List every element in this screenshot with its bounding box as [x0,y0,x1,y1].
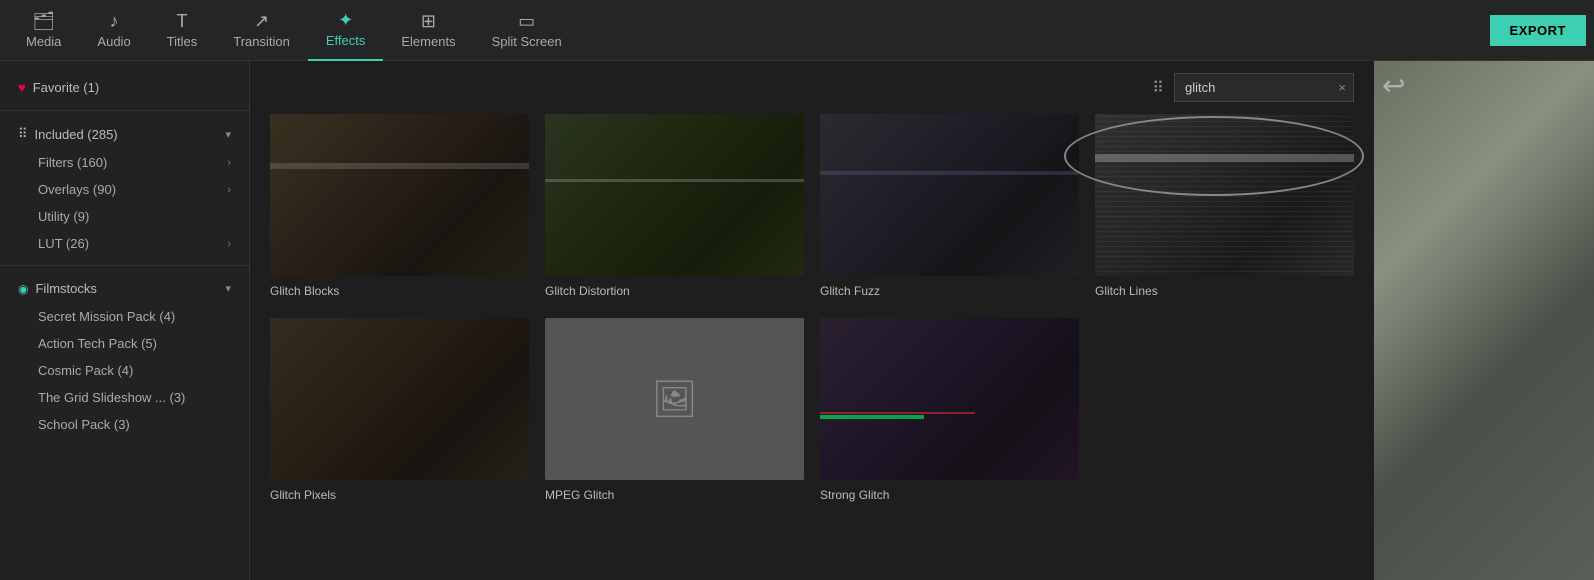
nav-item-elements[interactable]: ⊞ Elements [383,0,473,61]
elements-icon: ⊞ [421,12,436,30]
search-input-wrap: × [1174,73,1354,102]
effect-label-mpeg-glitch: MPEG Glitch [545,488,614,502]
sidebar-sub-action-tech[interactable]: Action Tech Pack (5) [0,330,249,357]
sidebar-divider-1 [0,110,249,111]
effect-label-glitch-blocks: Glitch Blocks [270,284,339,298]
effect-thumb-inner-glitch-blocks [270,114,529,276]
audio-icon: ♪ [110,12,119,30]
clear-search-button[interactable]: × [1338,80,1346,95]
effect-thumb-inner-strong-glitch [820,318,1079,480]
export-button[interactable]: EXPORT [1490,15,1586,46]
nav-label-audio: Audio [97,34,130,49]
effect-thumbnail-glitch-pixels [270,318,529,480]
sidebar-section-filmstocks[interactable]: ◉ Filmstocks ▾ [0,274,249,303]
nav-label-effects: Effects [326,33,366,48]
arrow-right-icon-2: › [227,184,231,196]
sidebar-sub-lut[interactable]: LUT (26) › [0,230,249,257]
sidebar-included-label: Included (285) [35,127,118,142]
effect-thumbnail-glitch-blocks [270,114,529,276]
effect-item-glitch-blocks[interactable]: Glitch Blocks [270,114,529,298]
sidebar-lut-label: LUT (26) [38,236,89,251]
arrow-right-icon: › [227,157,231,169]
effect-item-mpeg-glitch[interactable]: 🖼 MPEG Glitch [545,318,804,502]
nav-label-split-screen: Split Screen [492,34,562,49]
sidebar-divider-2 [0,265,249,266]
effect-label-glitch-distortion: Glitch Distortion [545,284,630,298]
filmstocks-icon: ◉ [18,282,28,296]
effect-thumb-inner-glitch-lines [1095,114,1354,276]
arrow-right-icon-3: › [227,238,231,250]
sidebar-sub-grid-slideshow[interactable]: The Grid Slideshow ... (3) [0,384,249,411]
sidebar: ♥ Favorite (1) ⠿ Included (285) ▾ Filter… [0,61,250,580]
chevron-down-icon-2: ▾ [225,282,231,295]
effect-item-strong-glitch[interactable]: Strong Glitch [820,318,1079,502]
sidebar-school-pack-label: School Pack (3) [38,417,130,432]
effect-item-glitch-fuzz[interactable]: Glitch Fuzz [820,114,1079,298]
sidebar-filmstocks-label: Filmstocks [35,281,96,296]
effect-label-glitch-pixels: Glitch Pixels [270,488,336,502]
effect-thumb-inner-glitch-fuzz [820,114,1079,276]
split-screen-icon: ▭ [518,12,535,30]
effect-thumb-inner-glitch-distortion [545,114,804,276]
nav-item-split-screen[interactable]: ▭ Split Screen [474,0,580,61]
search-input[interactable] [1174,73,1354,102]
top-navigation: 🗂 Media ♪ Audio T Titles ↗ Transition ✦ … [0,0,1594,61]
sidebar-sub-cosmic[interactable]: Cosmic Pack (4) [0,357,249,384]
preview-pane-inner [1374,61,1594,580]
nav-item-effects[interactable]: ✦ Effects [308,0,384,61]
effect-thumbnail-glitch-lines [1095,114,1354,276]
heart-icon: ♥ [18,80,26,95]
sidebar-sub-filters[interactable]: Filters (160) › [0,149,249,176]
grid-dots-icon[interactable]: ⠿ [1152,78,1164,98]
sidebar-section-included[interactable]: ⠿ Included (285) ▾ [0,119,249,149]
nav-label-transition: Transition [233,34,290,49]
effect-thumbnail-glitch-fuzz [820,114,1079,276]
chevron-down-icon: ▾ [225,128,231,141]
transition-icon: ↗ [254,12,269,30]
titles-icon: T [176,12,187,30]
nav-item-titles[interactable]: T Titles [149,0,216,61]
search-bar: ⠿ × [250,61,1374,114]
grid-icon: ⠿ [18,126,28,142]
sidebar-sub-overlays[interactable]: Overlays (90) › [0,176,249,203]
main-area: ♥ Favorite (1) ⠿ Included (285) ▾ Filter… [0,61,1594,580]
sidebar-secret-label: Secret Mission Pack (4) [38,309,175,324]
effect-thumbnail-strong-glitch [820,318,1079,480]
effect-label-strong-glitch: Strong Glitch [820,488,889,502]
effects-grid: Glitch Blocks Glitch Distortion Glitch Fuz… [250,114,1374,580]
effect-item-glitch-pixels[interactable]: Glitch Pixels [270,318,529,502]
content-area: ⠿ × Glitch BlocksGlitch DistortionGlitch… [250,61,1374,580]
preview-pane: ↩ [1374,61,1594,580]
effect-label-glitch-lines: Glitch Lines [1095,284,1158,298]
sidebar-favorite-label: Favorite (1) [33,80,99,95]
sidebar-overlays-label: Overlays (90) [38,182,116,197]
effect-item-glitch-lines[interactable]: Glitch Lines [1095,114,1354,298]
sidebar-item-favorite[interactable]: ♥ Favorite (1) [0,73,249,102]
nav-item-transition[interactable]: ↗ Transition [215,0,308,61]
mpeg-glitch-placeholder-icon: 🖼 [652,378,698,420]
effects-icon: ✦ [338,11,353,29]
sidebar-sub-utility[interactable]: Utility (9) [0,203,249,230]
sidebar-cosmic-label: Cosmic Pack (4) [38,363,133,378]
sidebar-grid-slideshow-label: The Grid Slideshow ... (3) [38,390,185,405]
effect-item-glitch-distortion[interactable]: Glitch Distortion [545,114,804,298]
sidebar-action-tech-label: Action Tech Pack (5) [38,336,157,351]
nav-item-audio[interactable]: ♪ Audio [79,0,148,61]
nav-label-media: Media [26,34,61,49]
sidebar-sub-school-pack[interactable]: School Pack (3) [0,411,249,438]
sidebar-utility-label: Utility (9) [38,209,89,224]
media-icon: 🗂 [32,12,55,30]
nav-item-media[interactable]: 🗂 Media [8,0,79,61]
sidebar-sub-secret-mission[interactable]: Secret Mission Pack (4) [0,303,249,330]
sidebar-filters-label: Filters (160) [38,155,107,170]
effect-thumbnail-glitch-distortion [545,114,804,276]
nav-label-titles: Titles [167,34,198,49]
nav-label-elements: Elements [401,34,455,49]
effect-label-glitch-fuzz: Glitch Fuzz [820,284,880,298]
effect-thumb-inner-glitch-pixels [270,318,529,480]
effect-thumb-inner-mpeg-glitch: 🖼 [545,318,804,480]
effect-thumbnail-mpeg-glitch: 🖼 [545,318,804,480]
back-arrow-icon[interactable]: ↩ [1382,69,1405,102]
